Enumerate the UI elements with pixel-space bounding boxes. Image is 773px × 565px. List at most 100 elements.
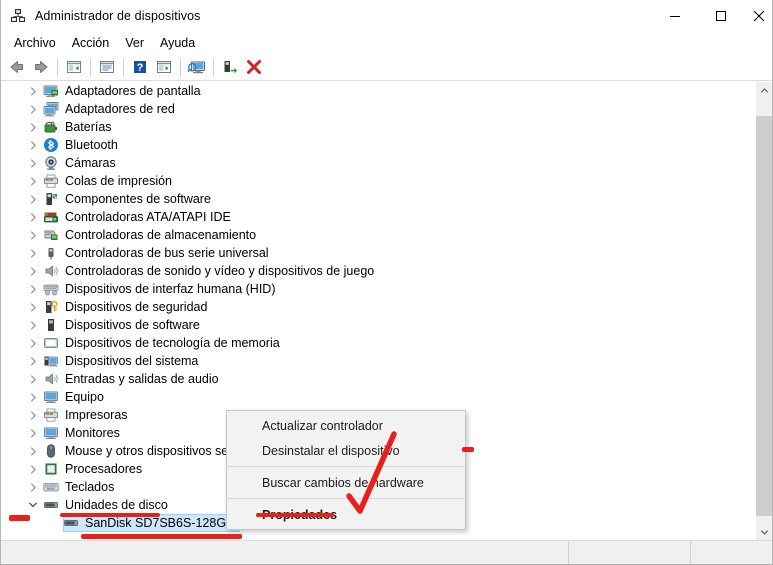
uninstall-device-icon[interactable] [242,56,266,79]
window-title: Administrador de dispositivos [35,8,201,23]
chevron-right-icon[interactable] [25,118,41,136]
software-device-icon [43,317,59,333]
device-manager-icon [10,8,26,24]
tree-item-controladoras-de-sonido-y-video[interactable]: Controladoras de sonido y vídeo y dispos… [1,262,756,280]
mouse-icon [43,443,59,459]
tree-item-label: Baterías [65,120,112,134]
tree-item-label: Adaptadores de pantalla [65,84,201,98]
chevron-right-icon[interactable] [25,298,41,316]
menu-archivo[interactable]: Archivo [6,34,64,52]
chevron-down-icon[interactable] [25,496,41,514]
tree-item-controladoras-de-almacenamiento[interactable]: Controladoras de almacenamiento [1,226,756,244]
tree-item-colas-de-impresion[interactable]: Colas de impresión [1,172,756,190]
chevron-right-icon[interactable] [25,154,41,172]
menu-ver[interactable]: Ver [117,34,152,52]
svg-text:?: ? [137,62,144,74]
status-segment-3 [691,541,772,564]
tree-item-baterias[interactable]: Baterías [1,118,756,136]
tree-item-label: Teclados [65,480,115,494]
chevron-right-icon[interactable] [25,172,41,190]
chevron-right-icon[interactable] [25,406,41,424]
chevron-down-icon[interactable] [756,524,772,541]
minimize-button[interactable] [652,0,698,31]
tree-item-label: Unidades de disco [65,498,168,512]
menu-ayuda[interactable]: Ayuda [152,34,203,52]
chevron-right-icon[interactable] [25,244,41,262]
tree-item-dispositivos-de-tecnologia-de-memoria[interactable]: Dispositivos de tecnología de memoria [1,334,756,352]
display-adapter-icon [43,83,59,99]
chevron-right-icon[interactable] [25,388,41,406]
chevron-right-icon[interactable] [25,190,41,208]
tree-item-label: Dispositivos de seguridad [65,300,208,314]
chevron-right-icon[interactable] [25,136,41,154]
scrollbar-thumb[interactable] [756,116,772,516]
menu-bar: Archivo Acción Ver Ayuda [1,31,772,54]
annotation-checkmark-propiedades [346,431,397,514]
tree-item-controladoras-ata-atapi-ide[interactable]: Controladoras ATA/ATAPI IDE [1,208,756,226]
chevron-right-icon[interactable] [25,208,41,226]
toolbar-separator [123,58,124,76]
menu-accion[interactable]: Acción [64,34,118,52]
printer-icon [43,407,59,423]
chevron-right-icon[interactable] [25,370,41,388]
tree-item-dispositivos-del-sistema[interactable]: Dispositivos del sistema [1,352,756,370]
update-driver-icon[interactable] [152,56,176,79]
tree-item-adaptadores-de-pantalla[interactable]: Adaptadores de pantalla [1,82,756,100]
tree-item-controladoras-de-bus-serie-universal[interactable]: Controladoras de bus serie universal [1,244,756,262]
computer-icon [43,389,59,405]
chevron-right-icon[interactable] [25,424,41,442]
annotation-dash-right-edge [462,447,474,452]
monitor-icon [43,425,59,441]
tree-item-label: Mouse y otros dispositivos señ [65,444,236,458]
chevron-right-icon[interactable] [25,226,41,244]
chevron-right-icon[interactable] [25,100,41,118]
tree-item-equipo[interactable]: Equipo [1,388,756,406]
chevron-right-icon[interactable] [25,442,41,460]
title-bar: Administrador de dispositivos [1,0,772,31]
tree-item-dispositivos-de-interfaz-humana[interactable]: Dispositivos de interfaz humana (HID) [1,280,756,298]
back-icon[interactable] [5,56,29,79]
chevron-right-icon[interactable] [25,334,41,352]
disk-drive-icon [43,497,59,513]
tree-item-dispositivos-de-software[interactable]: Dispositivos de software [1,316,756,334]
tree-item-label: Controladoras de almacenamiento [65,228,257,242]
vertical-scrollbar[interactable] [755,82,772,541]
chevron-up-icon[interactable] [756,82,772,99]
properties-icon[interactable] [95,56,119,79]
forward-icon[interactable] [29,56,53,79]
annotation-underline-unidades-de-disco [60,513,160,517]
hid-device-icon [43,281,59,297]
chevron-right-icon[interactable] [25,460,41,478]
tree-item-label: Impresoras [65,408,128,422]
tree-item-camaras[interactable]: Cámaras [1,154,756,172]
chevron-right-icon[interactable] [25,280,41,298]
status-segment-2 [569,541,691,564]
tree-item-label: Controladoras de sonido y vídeo y dispos… [65,264,375,278]
tree-item-componentes-de-software[interactable]: Componentes de software [1,190,756,208]
tree-item-label: Cámaras [65,156,116,170]
close-button[interactable] [744,0,772,31]
network-adapter-icon [43,101,59,117]
scan-hardware-changes-icon[interactable] [185,56,209,79]
status-bar [1,540,772,564]
chevron-right-icon[interactable] [25,316,41,334]
tree-item-label: Controladoras de bus serie universal [65,246,269,260]
chevron-right-icon[interactable] [25,82,41,100]
help-icon[interactable]: ? [128,56,152,79]
show-hide-console-tree-icon[interactable] [62,56,86,79]
ide-controller-icon [43,209,59,225]
tree-item-label: Procesadores [65,462,143,476]
chevron-right-icon[interactable] [25,262,41,280]
chevron-right-icon[interactable] [25,352,41,370]
tree-item-bluetooth[interactable]: Bluetooth [1,136,756,154]
software-component-icon [43,191,59,207]
enable-device-icon[interactable] [218,56,242,79]
tree-item-adaptadores-de-red[interactable]: Adaptadores de red [1,100,756,118]
tree-item-dispositivos-de-seguridad[interactable]: Dispositivos de seguridad [1,298,756,316]
print-queue-icon [43,173,59,189]
tree-item-entradas-y-salidas-de-audio[interactable]: Entradas y salidas de audio [1,370,756,388]
tree-item-label: Colas de impresión [65,174,172,188]
tree-item-label: Dispositivos del sistema [65,354,199,368]
maximize-button[interactable] [698,0,744,31]
chevron-right-icon[interactable] [25,478,41,496]
